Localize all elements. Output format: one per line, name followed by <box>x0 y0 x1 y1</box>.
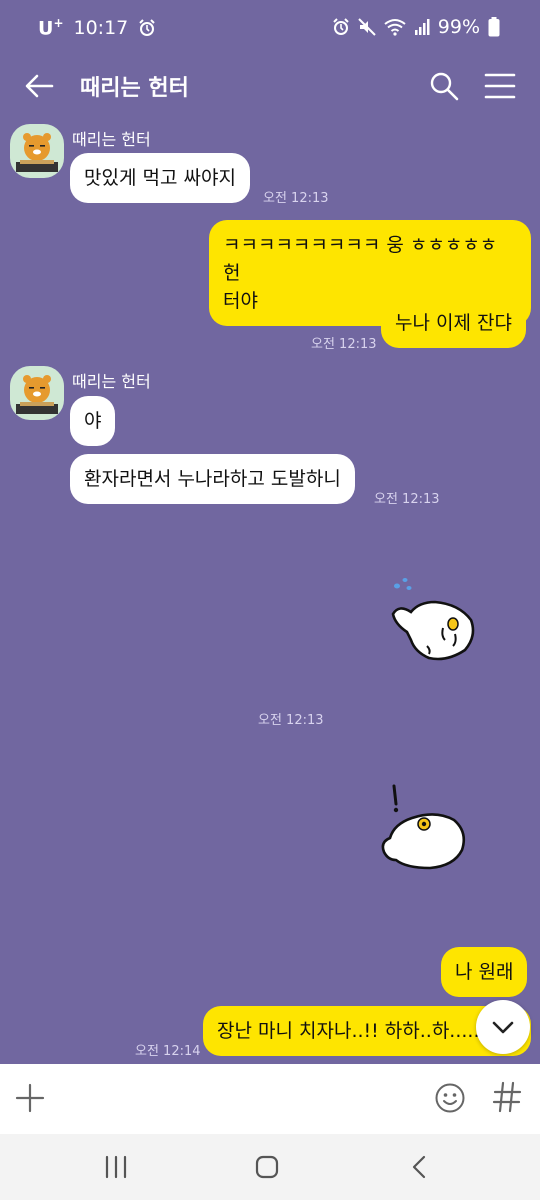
ryan-character-icon <box>16 133 58 172</box>
hash-icon[interactable] <box>492 1080 522 1114</box>
back-icon[interactable] <box>406 1154 434 1180</box>
message-time: 오전 12:14 <box>135 1044 201 1059</box>
wifi-icon <box>384 19 406 36</box>
sender-name: 때리는 헌터 <box>72 372 151 391</box>
clock: 10:17 <box>73 16 129 39</box>
chat-header: 때리는 헌터 <box>0 56 540 116</box>
message-time: 오전 12:13 <box>311 337 377 352</box>
back-arrow-icon[interactable] <box>22 70 56 102</box>
message-time: 오전 12:13 <box>258 713 324 728</box>
message-bubble-outgoing[interactable]: 나 원래 <box>441 947 528 997</box>
signal-icon <box>414 19 430 35</box>
message-time: 오전 12:13 <box>263 191 329 206</box>
carrier-label: U+ <box>38 16 64 40</box>
alarm-icon <box>139 18 155 36</box>
message-bubble-incoming[interactable]: 환자라면서 누나라하고 도발하니 <box>70 454 355 504</box>
message-time: 오전 12:13 <box>374 492 440 507</box>
avatar[interactable] <box>10 124 64 178</box>
sticker-bird-surprised[interactable] <box>376 782 472 872</box>
system-navigation-bar <box>0 1134 540 1200</box>
chevron-down-icon <box>492 1021 514 1034</box>
ryan-character-icon <box>16 375 58 414</box>
chat-title: 때리는 헌터 <box>80 76 189 101</box>
mute-icon <box>358 18 376 36</box>
message-bubble-outgoing[interactable]: 누나 이제 잔댜 <box>381 298 526 348</box>
sticker-bird-sweat[interactable] <box>385 572 480 664</box>
recent-apps-icon[interactable] <box>102 1154 130 1180</box>
sender-name: 때리는 헌터 <box>72 130 151 149</box>
message-text-line: ㅋㅋㅋㅋㅋㅋㅋㅋㅋ 웅 ㅎㅎㅎㅎㅎ 헌 <box>223 234 498 284</box>
search-icon[interactable] <box>428 70 460 102</box>
alarm-icon <box>333 18 349 35</box>
hamburger-menu-icon[interactable] <box>484 72 516 100</box>
status-right: 99% <box>332 16 500 38</box>
battery-percent: 99% <box>437 16 480 38</box>
message-bubble-incoming[interactable]: 야 <box>70 396 116 446</box>
home-icon[interactable] <box>254 1154 282 1180</box>
battery-icon <box>488 17 500 37</box>
message-bubble-incoming[interactable]: 맛있게 먹고 싸야지 <box>70 153 250 203</box>
avatar[interactable] <box>10 366 64 420</box>
emoji-icon[interactable] <box>434 1082 466 1114</box>
plus-icon[interactable] <box>14 1082 46 1114</box>
message-input-bar[interactable] <box>0 1064 540 1134</box>
scroll-down-button[interactable] <box>476 1000 530 1054</box>
status-left: U+ 10:17 <box>38 16 156 39</box>
status-bar: U+ 10:17 99% <box>0 0 540 56</box>
